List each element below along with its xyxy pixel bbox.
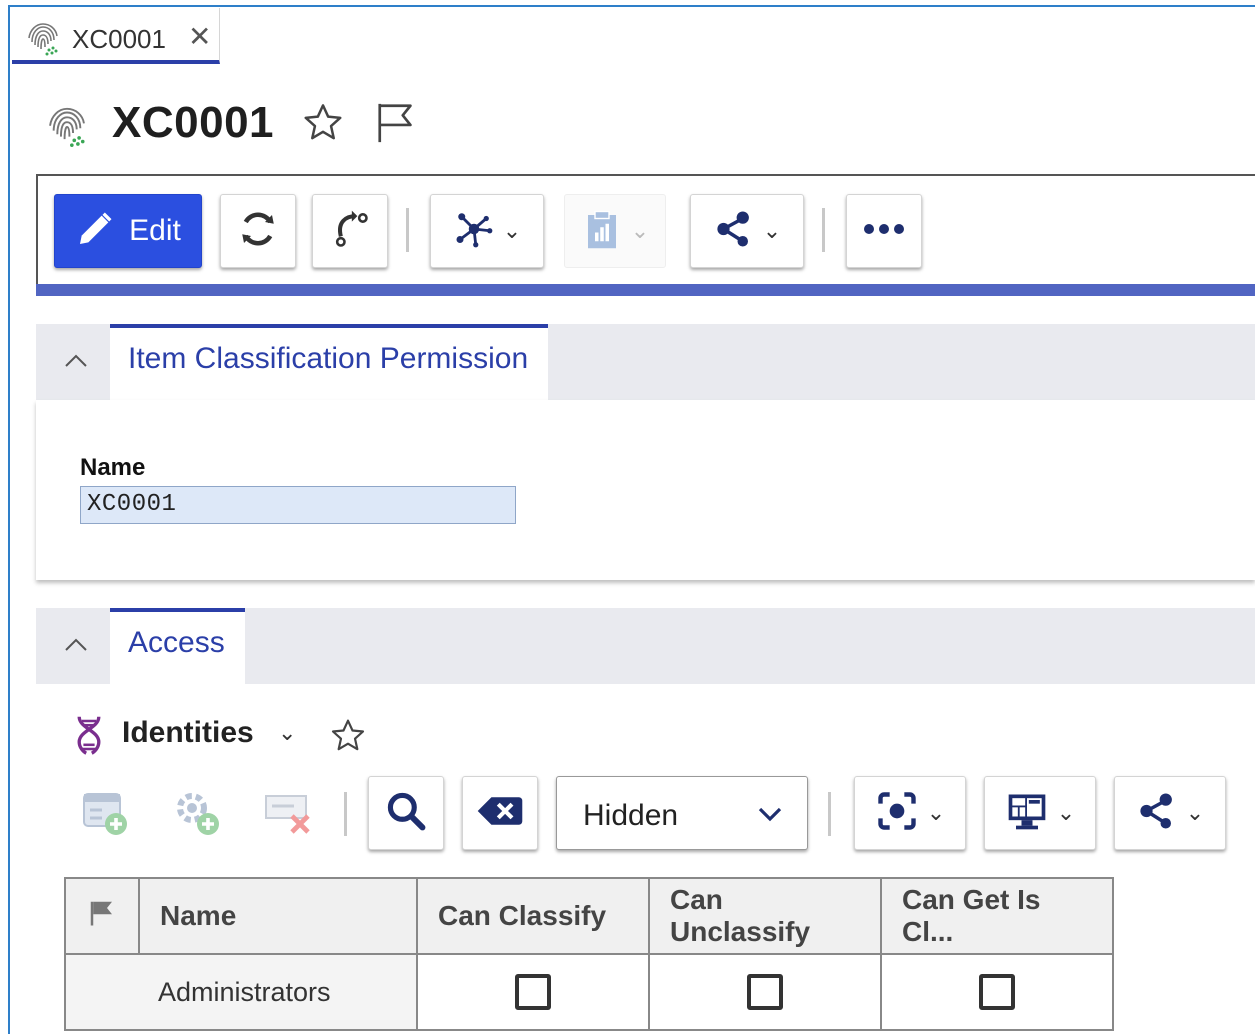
toolbar-underline	[36, 284, 1255, 296]
column-header-name[interactable]: Name	[138, 877, 418, 955]
flag-icon	[87, 901, 117, 934]
tab-xc0001[interactable]: XC0001 ✕	[12, 8, 220, 64]
section-header-item-classification: Item Classification Permission	[36, 324, 1255, 400]
view-mode-button[interactable]: ⌄	[854, 776, 966, 850]
chevron-down-icon: ⌄	[502, 218, 522, 243]
search-mode-value: Hidden	[583, 799, 679, 832]
section-body-item-classification: Name XC0001	[36, 400, 1255, 580]
toolbar-divider	[828, 792, 831, 836]
fingerprint-icon	[44, 104, 90, 155]
toolbar-divider	[406, 208, 409, 252]
chevron-down-icon: ⌄	[762, 218, 782, 243]
page-title: XC0001	[112, 98, 275, 147]
flag-column-header[interactable]	[64, 877, 140, 955]
can-unclassify-checkbox[interactable]	[747, 974, 783, 1010]
dna-icon	[72, 714, 106, 761]
search-icon	[384, 789, 428, 838]
promote-button[interactable]	[312, 194, 388, 268]
share-icon	[713, 208, 755, 255]
star-icon[interactable]	[300, 100, 346, 151]
identity-name-cell[interactable]: Administrators	[64, 953, 418, 1031]
edit-button[interactable]: Edit	[54, 194, 202, 268]
page-header: XC0001	[44, 96, 544, 156]
tab-access[interactable]: Access	[110, 608, 245, 684]
clear-search-button[interactable]	[462, 776, 538, 850]
fingerprint-icon	[24, 20, 62, 63]
table-row[interactable]: Administrators	[64, 953, 1114, 1031]
chevron-down-icon: ⌄	[926, 800, 946, 825]
edit-button-label: Edit	[129, 214, 181, 247]
add-row-icon	[78, 786, 130, 843]
layout-button[interactable]: ⌄	[984, 776, 1096, 850]
add-related-icon	[170, 786, 222, 843]
tab-item-classification-permission[interactable]: Item Classification Permission	[110, 324, 549, 400]
monitor-icon	[1005, 789, 1049, 838]
name-field-label: Name	[80, 454, 146, 481]
chevron-down-icon	[755, 801, 785, 832]
chevron-down-icon: ⌄	[1185, 800, 1205, 825]
chevron-down-icon: ⌄	[1056, 800, 1076, 825]
flag-icon[interactable]	[374, 100, 420, 151]
promote-icon	[328, 207, 372, 256]
can-classify-checkbox[interactable]	[515, 974, 551, 1010]
name-field[interactable]: XC0001	[80, 486, 516, 524]
star-icon[interactable]	[328, 716, 368, 761]
share-icon	[1136, 790, 1178, 837]
backspace-icon	[476, 793, 524, 834]
chevron-up-icon[interactable]	[62, 348, 90, 377]
clipboard-chart-icon	[581, 208, 623, 255]
item-toolbar: Edit ⌄ ⌄ ⌄	[36, 174, 1255, 286]
grid-share-button[interactable]: ⌄	[1114, 776, 1226, 850]
focus-icon	[875, 789, 919, 838]
search-button[interactable]	[368, 776, 444, 850]
more-icon	[861, 222, 907, 241]
column-header-can-unclassify[interactable]: Can Unclassify	[648, 877, 882, 955]
structure-browser-button[interactable]: ⌄	[430, 194, 544, 268]
relationship-title[interactable]: Identities	[122, 716, 254, 750]
refresh-button[interactable]	[220, 194, 296, 268]
column-header-can-get-is-classified[interactable]: Can Get Is Cl...	[880, 877, 1114, 955]
tab-label: XC0001	[72, 24, 166, 54]
reports-button: ⌄	[564, 194, 666, 268]
toolbar-divider	[344, 792, 347, 836]
refresh-icon	[237, 208, 279, 255]
close-icon[interactable]: ✕	[188, 20, 211, 53]
pencil-icon	[75, 209, 115, 254]
can-classify-cell[interactable]	[416, 953, 650, 1031]
can-get-is-classified-cell[interactable]	[880, 953, 1114, 1031]
identities-grid: Name Can Classify Can Unclassify Can Get…	[64, 877, 1114, 1031]
share-button[interactable]: ⌄	[690, 194, 804, 268]
grid-header-row: Name Can Classify Can Unclassify Can Get…	[64, 877, 1114, 955]
delete-row-icon	[262, 786, 314, 843]
relationship-header: Identities ⌄	[72, 712, 392, 756]
more-button[interactable]	[846, 194, 922, 268]
column-header-can-classify[interactable]: Can Classify	[416, 877, 650, 955]
section-header-access: Access	[36, 608, 1255, 684]
chevron-down-icon: ⌄	[630, 218, 650, 243]
can-get-is-classified-checkbox[interactable]	[979, 974, 1015, 1010]
toolbar-divider	[822, 208, 825, 252]
chevron-down-icon[interactable]: ⌄	[278, 720, 296, 746]
can-unclassify-cell[interactable]	[648, 953, 882, 1031]
search-mode-select[interactable]: Hidden	[556, 776, 808, 850]
chevron-up-icon[interactable]	[62, 632, 90, 661]
network-icon	[453, 208, 495, 255]
